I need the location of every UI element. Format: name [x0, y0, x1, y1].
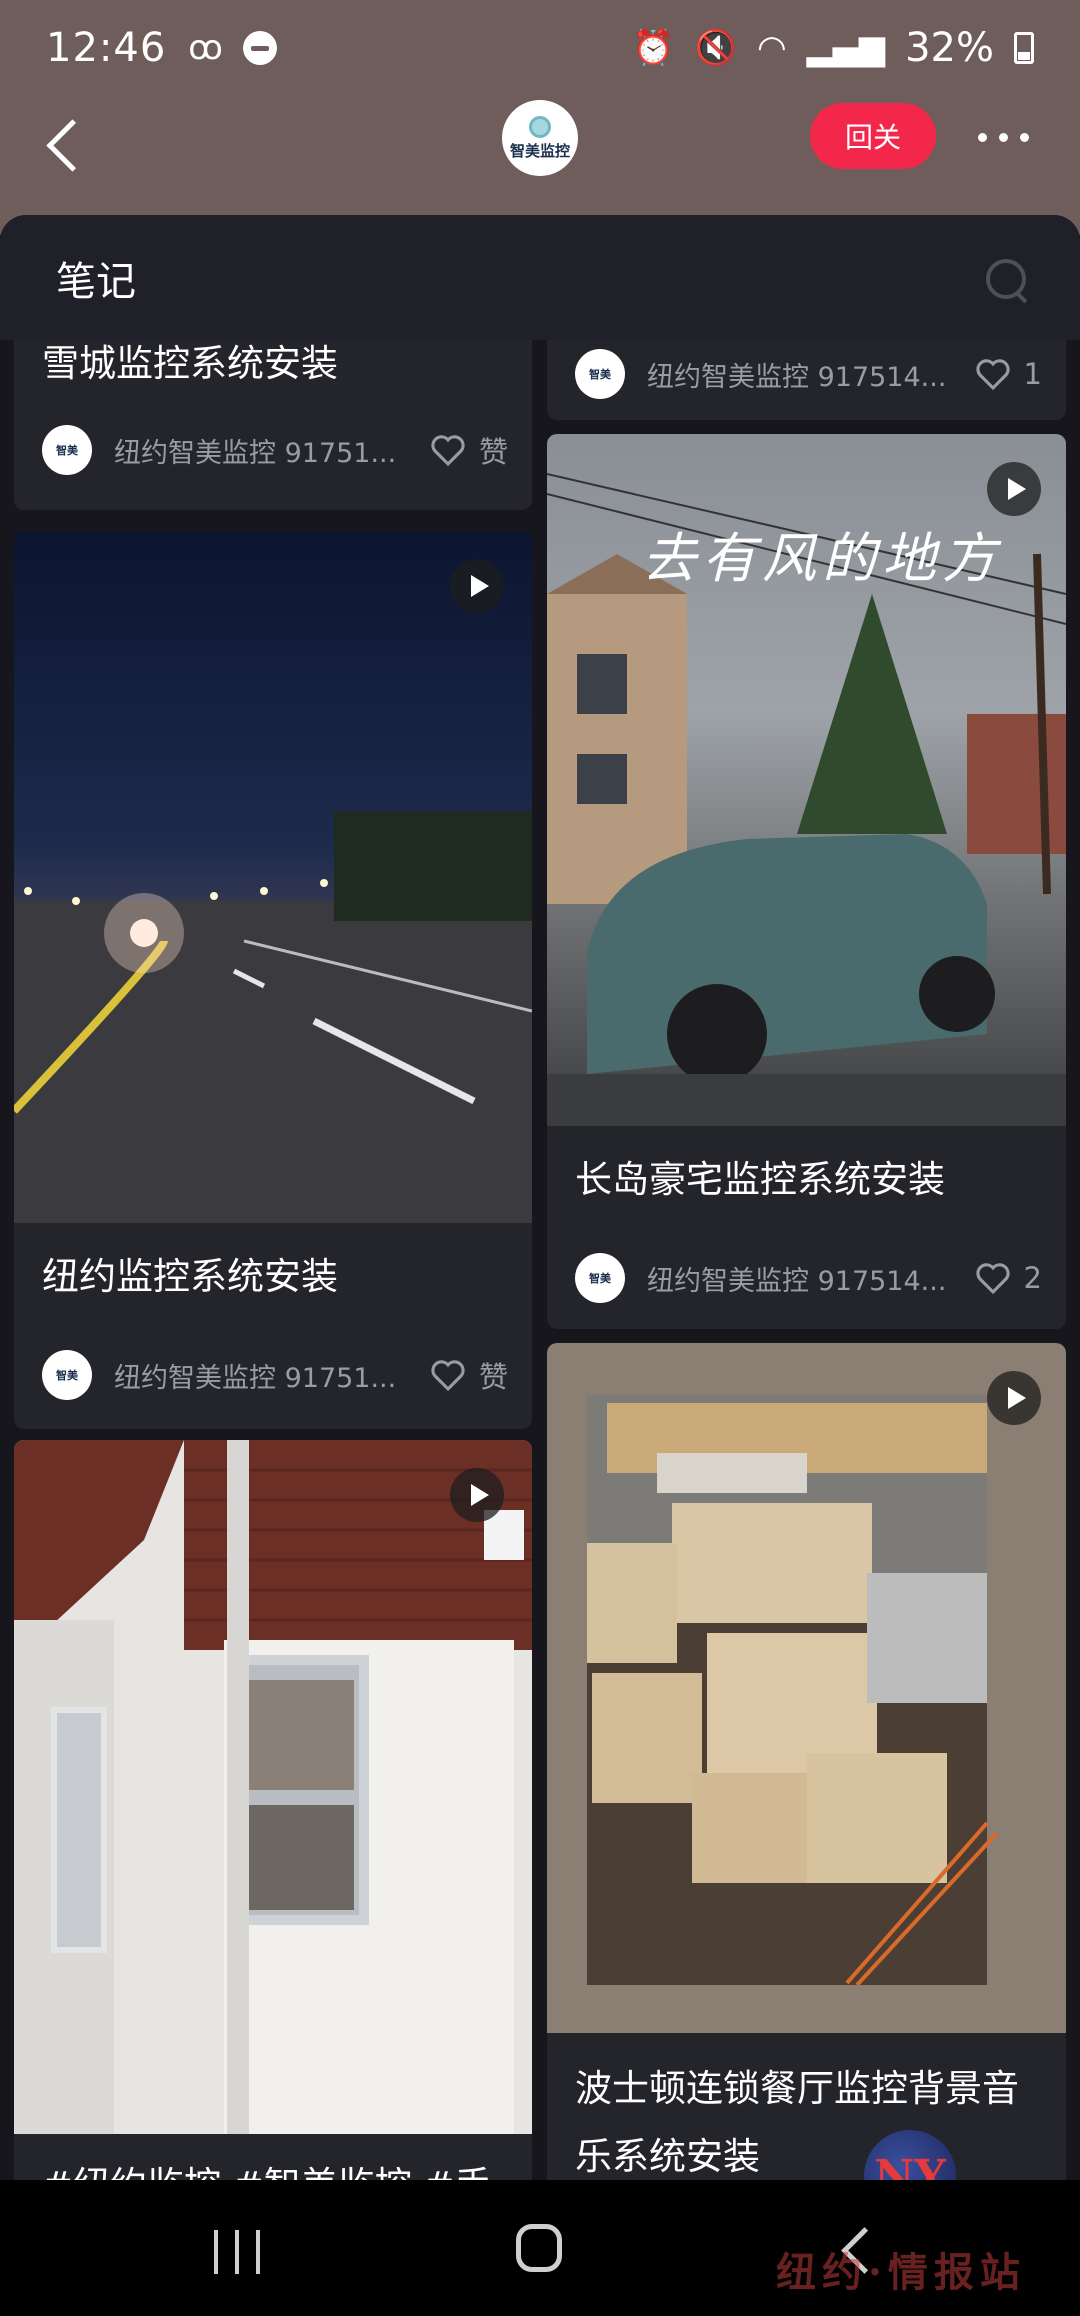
- note-thumbnail[interactable]: [547, 1343, 1066, 2033]
- like-icon[interactable]: [974, 1261, 1012, 1295]
- battery-icon: [1014, 31, 1034, 64]
- note-title: 纽约监控系统安装: [42, 1255, 338, 1298]
- play-icon: [987, 1371, 1041, 1425]
- like-count: 赞: [478, 435, 508, 469]
- author-avatar[interactable]: 智美: [42, 425, 92, 475]
- note-title: 波士顿连锁餐厅监控背景音乐系统安装: [575, 2067, 1019, 2178]
- notes-feed[interactable]: 雪城监控系统安装 智美 纽约智美监控 91751... 赞 智美 纽约智美监控 …: [0, 340, 1080, 2300]
- note-meta: 智美 纽约智美监控 917514... 2: [575, 1252, 1042, 1304]
- note-thumbnail[interactable]: [14, 1440, 532, 2134]
- play-icon: [987, 462, 1041, 516]
- note-card[interactable]: 去有风的地方 长岛豪宅监控系统安装 智美 纽约智美监控 917514... 2: [547, 434, 1066, 1329]
- status-time: 12:46: [46, 24, 167, 71]
- do-not-disturb-icon: [242, 30, 277, 65]
- note-meta: 智美 纽约智美监控 917514... 1: [575, 348, 1042, 400]
- author-name[interactable]: 纽约智美监控 917514...: [647, 1259, 964, 1298]
- like-count: 赞: [478, 1360, 508, 1394]
- app-header: 智美监控 回关: [0, 95, 1080, 235]
- house-wall-image: [14, 1440, 532, 2134]
- note-thumbnail[interactable]: 去有风的地方: [547, 434, 1066, 1126]
- more-icon: [978, 133, 987, 142]
- signal-icon: ▂▄▆: [806, 27, 886, 68]
- author-avatar[interactable]: 智美: [575, 349, 625, 399]
- author-avatar[interactable]: 智美: [575, 1253, 625, 1303]
- note-title: 长岛豪宅监控系统安装: [575, 1158, 945, 1201]
- author-name[interactable]: 纽约智美监控 917514...: [647, 355, 964, 394]
- play-icon: [450, 559, 504, 613]
- battery-percent: 32%: [905, 24, 994, 71]
- note-meta: 智美 纽约智美监控 91751... 赞: [42, 1349, 508, 1401]
- home-button[interactable]: [516, 2224, 562, 2272]
- status-bar: 12:46 ꝏ ⏰ 🔇 ◠ ▂▄▆ 32%: [0, 0, 1080, 95]
- mute-icon: 🔇: [694, 27, 737, 68]
- note-card[interactable]: 纽约监控系统安装 智美 纽约智美监控 91751... 赞: [14, 531, 532, 1429]
- restaurant-boxes-image: [587, 1395, 999, 1987]
- notes-panel: 笔记 雪城监控系统安装 智美 纽约智美监控 91751... 赞 智美 纽约智美…: [0, 215, 1080, 2316]
- search-icon[interactable]: [984, 257, 1028, 301]
- back-button[interactable]: [44, 115, 84, 175]
- like-count: 1: [1023, 357, 1042, 391]
- voicemail-icon: ꝏ: [188, 27, 223, 68]
- logo-text: 智美监控: [509, 141, 570, 160]
- highway-image: [14, 811, 532, 1223]
- note-card[interactable]: #纽约监控 #智美监控 #手: [14, 1440, 532, 2300]
- note-title: 雪城监控系统安装: [42, 342, 338, 385]
- note-meta: 智美 纽约智美监控 91751... 赞: [42, 424, 508, 476]
- note-card[interactable]: 雪城监控系统安装 智美 纽约智美监控 91751... 赞: [14, 340, 532, 510]
- wifi-icon: ◠: [756, 27, 787, 68]
- more-options-button[interactable]: [978, 133, 1029, 142]
- notes-panel-title: 笔记: [56, 259, 136, 305]
- like-icon[interactable]: [974, 357, 1012, 391]
- author-name[interactable]: 纽约智美监控 91751...: [114, 431, 419, 470]
- author-avatar[interactable]: 智美: [42, 1350, 92, 1400]
- watermark-text: 纽约·情报站: [776, 2249, 1026, 2296]
- follow-back-button[interactable]: 回关: [810, 103, 936, 169]
- note-card[interactable]: 波士顿连锁餐厅监控背景音乐系统安装: [547, 1343, 1066, 2300]
- like-count: 2: [1023, 1261, 1042, 1295]
- play-icon: [450, 1468, 504, 1522]
- note-thumbnail[interactable]: [14, 531, 532, 1223]
- like-icon[interactable]: [429, 1358, 467, 1392]
- notes-panel-header: 笔记: [0, 215, 1080, 340]
- profile-avatar[interactable]: 智美监控: [502, 100, 578, 176]
- overlay-text: 去有风的地方: [642, 527, 1002, 590]
- note-card[interactable]: 智美 纽约智美监控 917514... 1: [547, 340, 1066, 420]
- like-icon[interactable]: [429, 433, 467, 467]
- recent-apps-button[interactable]: [214, 2230, 260, 2274]
- camera-icon: [529, 115, 551, 138]
- author-name[interactable]: 纽约智美监控 91751...: [114, 1356, 419, 1395]
- alarm-icon: ⏰: [632, 27, 675, 68]
